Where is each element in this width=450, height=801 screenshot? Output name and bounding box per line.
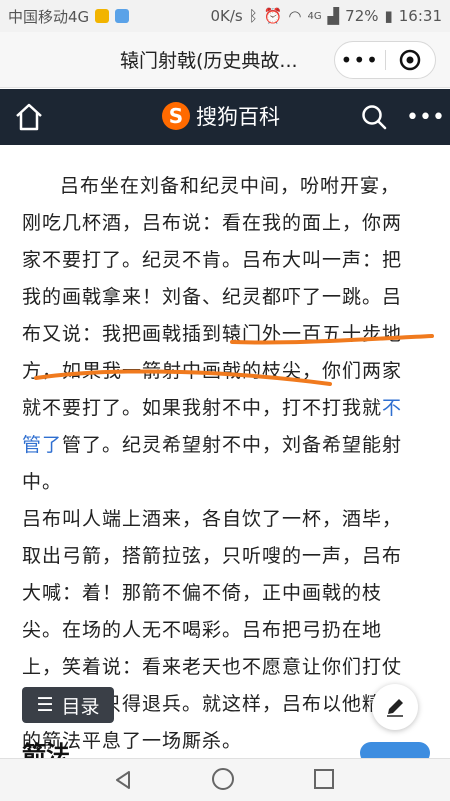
clock: 16:31 (398, 7, 442, 25)
wiki-link[interactable]: 不 (382, 397, 402, 419)
article-line: 家不要打了。纪灵不肯。吕布大叫一声：把 (22, 249, 403, 271)
battery-level: 72% (345, 7, 379, 25)
home-icon[interactable] (14, 103, 44, 131)
carrier-label: 中国移动4G (8, 7, 90, 26)
edit-button[interactable] (372, 684, 418, 730)
article-line: 刚吃几杯酒，吕布说：看在我的面上，你两 (22, 212, 403, 234)
sogou-logo-icon: S (162, 102, 190, 130)
target-close-icon (400, 49, 421, 71)
more-menu-button[interactable]: ••• (335, 42, 385, 78)
article-line: 方，如果我一箭射中画戟的枝尖，你们两家 (22, 360, 403, 382)
capsule-menu: ••• (334, 41, 436, 79)
back-icon[interactable] (112, 769, 134, 791)
article-line: 我的画戟拿来！刘备、纪灵都吓了一跳。吕 (22, 286, 403, 308)
bluetooth-icon: ᛒ (248, 7, 258, 25)
battery-icon: ▮ (384, 7, 393, 25)
brand-name: 搜狗百科 (196, 105, 280, 129)
article-line: 取出弓箭，搭箭拉弦，只听嗖的一声，吕布 (22, 545, 403, 567)
home-nav-icon[interactable] (212, 768, 234, 790)
site-navbar: S 搜狗百科 ••• (0, 89, 450, 145)
wiki-link[interactable]: 管了 (22, 434, 62, 456)
pencil-icon (387, 699, 403, 717)
article-line: 上，笑着说：看来老天也不愿意让你们打仗 (22, 656, 403, 678)
wifi-icon: ◠ (288, 7, 302, 25)
article-line-text: 管了。纪灵希望射不中，刘备希望能射中。 (22, 434, 403, 493)
signal-icon: ▟ (327, 7, 340, 25)
notification-icon (95, 9, 110, 23)
recents-icon[interactable] (314, 769, 334, 789)
article-line: 尖。在场的人无不喝彩。吕布把弓扔在地 (22, 619, 383, 641)
article-line: 吕布坐在刘备和纪灵中间，吩咐开宴， (60, 175, 401, 197)
article-line: 吕布叫人端上酒来，各自饮了一杯，酒毕， (22, 508, 403, 530)
net-speed: 0K/s (210, 7, 243, 25)
article-body: 吕布坐在刘备和纪灵中间，吩咐开宴， 刚吃几杯酒，吕布说：看在我的面上，你两 家不… (22, 168, 432, 760)
search-icon[interactable] (360, 103, 388, 131)
title-bar: 辕门射戟(历史典故... ••• (0, 32, 450, 88)
article-line: 管了管了。纪灵希望射不中，刘备希望能射中。 (22, 427, 432, 501)
toc-button[interactable]: ☰ 目录 (22, 687, 114, 723)
status-bar: 中国移动4G 0K/s ᛒ ⏰ ◠ 4G ▟ 72% ▮ 16:31 (0, 0, 450, 32)
article-line: 布又说：我把画戟插到辕门外一百五十步地 (22, 323, 403, 345)
article-line-text: 就不要打了。如果我射不中，打不打我就 (22, 397, 383, 419)
app-icon (115, 9, 130, 23)
menu-icon: ☰ (36, 694, 54, 716)
network-type: 4G (307, 10, 322, 22)
article-line: 大喊：着！那箭不偏不倚，正中画戟的枝 (22, 582, 383, 604)
alarm-icon: ⏰ (263, 7, 283, 25)
system-nav-bar (0, 758, 450, 801)
close-miniapp-button[interactable] (386, 42, 436, 78)
ellipsis-icon: ••• (340, 48, 379, 72)
article-line: 就不要打了。如果我射不中，打不打我就不 (22, 390, 432, 427)
toc-label: 目录 (61, 695, 100, 718)
more-options-icon[interactable]: ••• (406, 107, 445, 129)
site-brand[interactable]: S 搜狗百科 (162, 101, 280, 131)
page-title: 辕门射戟(历史典故... (120, 50, 298, 72)
